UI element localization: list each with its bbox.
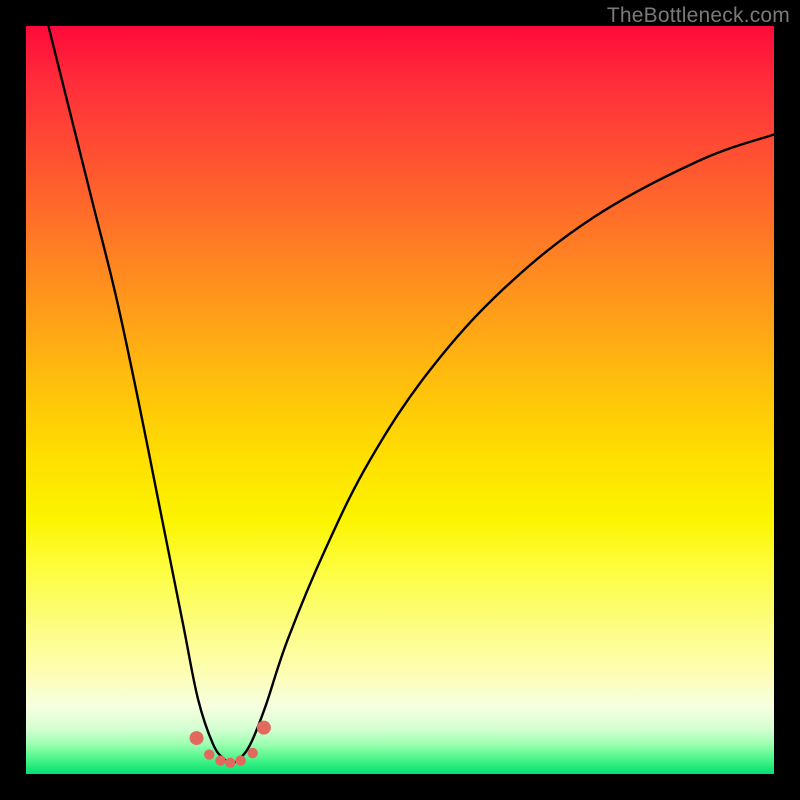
- chart-area: [26, 26, 774, 774]
- marker-dot: [190, 731, 204, 745]
- marker-dot: [235, 755, 245, 765]
- marker-dot: [257, 721, 271, 735]
- watermark-text: TheBottleneck.com: [607, 4, 790, 28]
- marker-group: [190, 721, 271, 768]
- marker-dot: [247, 748, 257, 758]
- bottleneck-curve-path: [48, 26, 774, 763]
- bottleneck-curve-svg: [26, 26, 774, 774]
- marker-dot: [204, 749, 214, 759]
- marker-dot: [215, 755, 225, 765]
- marker-dot: [225, 758, 235, 768]
